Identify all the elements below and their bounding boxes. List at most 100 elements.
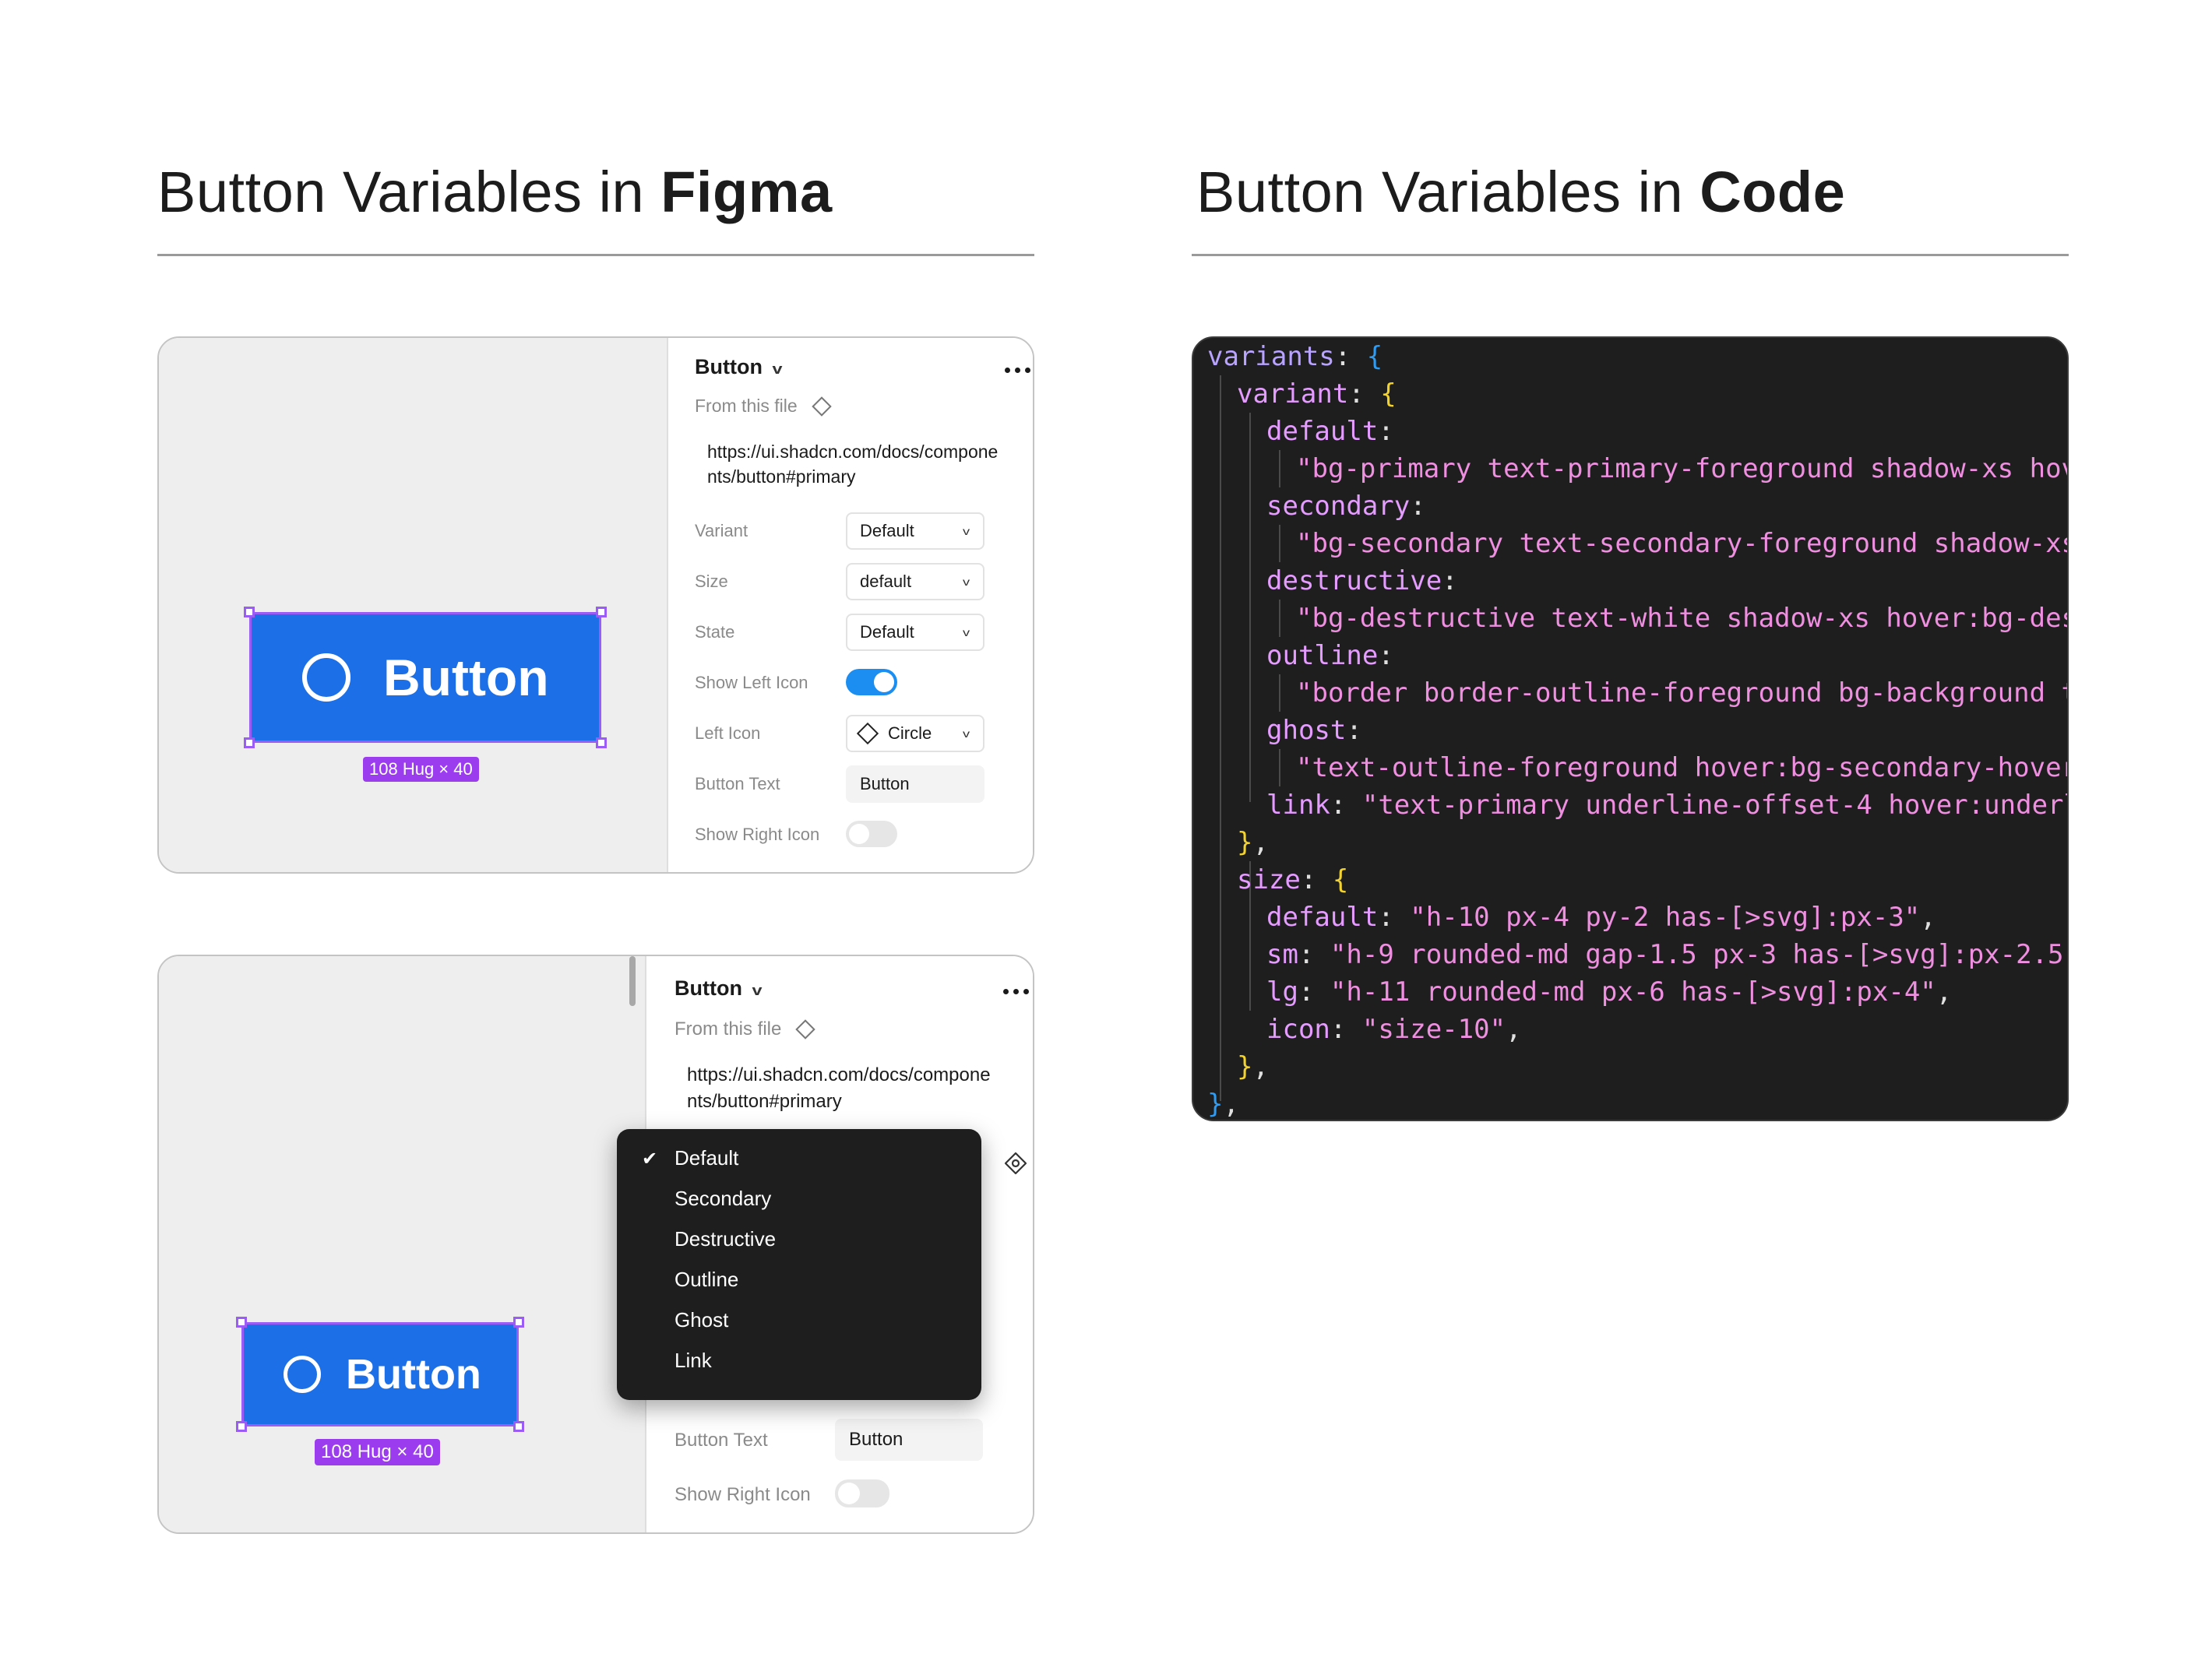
figma-heading-prefix: Button Variables in [157,160,661,224]
source-label-text: From this file [675,1018,782,1040]
more-dots-icon[interactable] [1005,368,1030,373]
code-line: "bg-primary text-primary-foreground shad… [1296,453,2069,484]
code-heading-divider [1192,254,2069,256]
show-right-icon-label: Show Right Icon [695,825,820,844]
source-label: From this file [675,1018,816,1040]
detach-instance-icon[interactable] [1003,1151,1028,1176]
doc-link-line2: nts/button#primary [687,1091,842,1112]
code-line: "bg-secondary text-secondary-foreground … [1296,528,2069,559]
code-line: }, [1207,1089,1239,1120]
resize-handle-bottom-right[interactable] [596,737,607,748]
size-select-value: default [860,572,912,591]
state-label: State [695,622,735,642]
chevron-down-icon: v [962,626,970,638]
figma-canvas[interactable]: Button 108 Hug × 40 [159,338,668,872]
component-title[interactable]: Button v [695,355,782,379]
chevron-down-icon: v [962,575,970,588]
doc-link[interactable]: https://ui.shadcn.com/docs/compone nts/b… [687,1062,991,1115]
show-right-icon-toggle[interactable] [835,1479,889,1507]
dropdown-option-secondary[interactable]: Secondary [675,1187,771,1211]
state-select-value: Default [860,622,914,642]
indent-guide [1279,450,1280,487]
resize-handle-top-right[interactable] [596,607,607,617]
code-heading-bold: Code [1700,160,1846,224]
chevron-down-icon: v [962,727,970,740]
figma-canvas[interactable]: Button 108 Hug × 40 [159,956,646,1532]
code-line: secondary: [1266,491,1426,522]
show-right-icon-label: Show Right Icon [675,1484,811,1505]
size-select[interactable]: default v [846,563,984,600]
indent-guide [1249,413,1251,802]
chevron-down-icon: v [752,983,763,998]
size-label: Size [695,572,728,591]
figma-heading-bold: Figma [660,160,833,224]
resize-handle-top-right[interactable] [513,1317,524,1328]
doc-link-line1: https://ui.shadcn.com/docs/compone [687,1064,991,1085]
button-text-value: Button [860,774,910,793]
code-heading: Button Variables in Code [1196,157,1845,227]
doc-link-line1: https://ui.shadcn.com/docs/compone [707,441,999,462]
variant-select-value: Default [860,521,914,540]
code-line: lg: "h-11 rounded-md px-6 has-[>svg]:px-… [1266,976,1953,1008]
variant-label: Variant [695,521,748,540]
code-line: icon: "size-10", [1266,1014,1522,1045]
left-icon-select-value: Circle [888,723,932,743]
show-left-icon-label: Show Left Icon [695,673,808,692]
dropdown-option-ghost[interactable]: Ghost [675,1308,728,1332]
resize-handle-bottom-left[interactable] [244,737,255,748]
code-line: variants: { [1207,341,1383,372]
canvas-scrollbar[interactable] [629,956,636,1006]
code-line: sm: "h-9 rounded-md gap-1.5 px-3 has-[>s… [1266,939,2069,970]
code-heading-prefix: Button Variables in [1196,160,1700,224]
indent-guide [1279,674,1280,712]
indent-guide [1279,600,1280,637]
component-title-text: Button [695,355,763,378]
variant-dropdown-menu[interactable]: ✔ Default Secondary Destructive Outline … [617,1129,981,1400]
button-text-label: Button Text [675,1430,768,1451]
show-left-icon-toggle[interactable] [846,669,897,695]
figma-panel-properties: Button 108 Hug × 40 Button v From this fi… [157,336,1034,874]
source-label-text: From this file [695,396,798,416]
indent-guide [1279,749,1280,786]
indent-guide [1279,525,1280,562]
left-icon-select[interactable]: Circle v [846,715,984,752]
state-select[interactable]: Default v [846,614,984,651]
button-text-field[interactable]: Button [846,765,984,803]
button-text-label: Button Text [695,774,780,793]
indent-guide [1220,375,1221,1101]
code-line: destructive: [1266,565,1458,596]
code-line: "text-outline-foreground hover:bg-second… [1296,752,2069,783]
button-text-field[interactable]: Button [835,1419,983,1461]
dropdown-option-link[interactable]: Link [675,1349,712,1373]
component-diamond-icon [795,1019,816,1040]
code-line: }, [1237,827,1269,858]
component-title-text: Button [675,976,742,1000]
resize-handle-bottom-left[interactable] [236,1421,247,1432]
dropdown-option-default[interactable]: Default [675,1146,738,1170]
resize-handle-bottom-right[interactable] [513,1421,524,1432]
resize-handle-top-left[interactable] [244,607,255,617]
code-line: default: "h-10 px-4 py-2 has-[>svg]:px-3… [1266,902,1936,933]
code-line: "border border-outline-foreground bg-bac… [1296,677,2069,709]
more-dots-icon[interactable] [1003,989,1029,994]
code-line: outline: [1266,640,1394,671]
dropdown-option-outline[interactable]: Outline [675,1268,738,1292]
variant-select[interactable]: Default v [846,512,984,550]
doc-link[interactable]: https://ui.shadcn.com/docs/compone nts/b… [707,439,998,489]
selection-outline [241,1322,519,1427]
code-line: link: "text-primary underline-offset-4 h… [1266,790,2069,821]
figma-heading-divider [157,254,1034,256]
source-label: From this file [695,396,832,417]
show-right-icon-toggle[interactable] [846,821,897,847]
properties-panel: Button v From this file https://ui.shadcn… [668,338,1033,872]
dropdown-option-destructive[interactable]: Destructive [675,1227,776,1251]
code-line: }, [1237,1051,1269,1082]
component-diamond-icon [811,396,832,417]
code-line: variant: { [1237,378,1397,410]
code-editor[interactable]: variants: { variant: { default: "bg-prim… [1192,336,2069,1121]
resize-handle-top-left[interactable] [236,1317,247,1328]
button-text-value: Button [849,1429,903,1450]
dimension-badge: 108 Hug × 40 [363,757,479,782]
left-icon-label: Left Icon [695,723,761,743]
component-title[interactable]: Button v [675,976,763,1001]
